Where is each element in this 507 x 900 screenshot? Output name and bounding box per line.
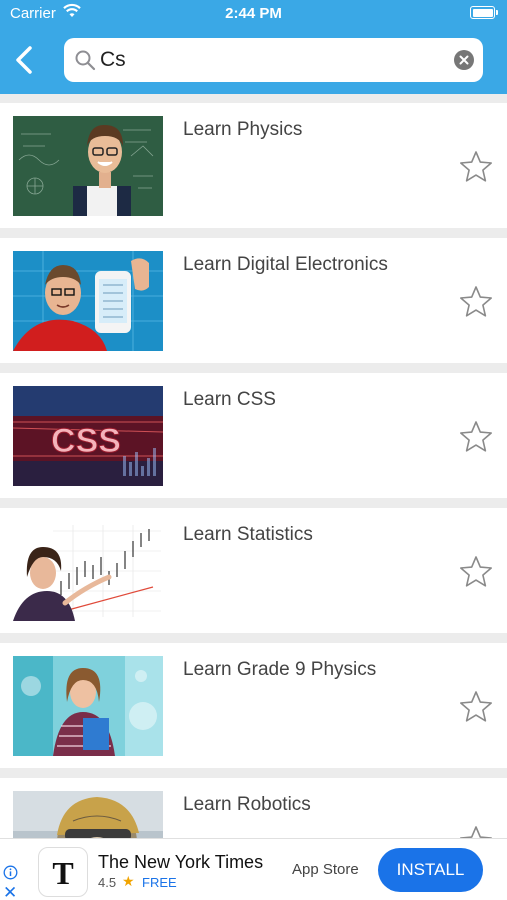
- results-list: Learn Physics Learn Digital Electronics …: [0, 103, 507, 838]
- course-title: Learn Statistics: [183, 524, 313, 545]
- star-outline-icon: [460, 691, 492, 722]
- list-item[interactable]: CSS Learn CSS: [0, 373, 507, 498]
- course-thumbnail-statistics: [13, 521, 163, 621]
- favorite-button[interactable]: [458, 690, 494, 729]
- clock: 2:44 PM: [225, 5, 282, 22]
- course-thumbnail-physics: [13, 116, 163, 216]
- course-title: Learn CSS: [183, 389, 276, 410]
- star-outline-icon: [460, 286, 492, 317]
- star-outline-icon: [460, 151, 492, 182]
- favorite-button[interactable]: [458, 420, 494, 459]
- search-icon: [74, 49, 96, 76]
- search-input[interactable]: [100, 44, 440, 76]
- svg-text:T: T: [52, 855, 73, 891]
- list-item[interactable]: Learn Robotics: [0, 778, 507, 838]
- thumbnail-css-text: CSS: [51, 422, 121, 460]
- course-title: Learn Grade 9 Physics: [183, 659, 377, 680]
- ad-info-icon[interactable]: [3, 865, 18, 885]
- favorite-button[interactable]: [458, 285, 494, 324]
- top-bar: Carrier 2:44 PM: [0, 0, 507, 94]
- favorite-button[interactable]: [458, 150, 494, 189]
- list-item[interactable]: Learn Grade 9 Physics: [0, 643, 507, 768]
- course-thumbnail-digital-electronics: [13, 251, 163, 351]
- rating-star-icon: ★: [122, 873, 135, 889]
- course-thumbnail-grade9-physics: [13, 656, 163, 756]
- star-outline-icon: [460, 826, 492, 838]
- install-button[interactable]: INSTALL: [378, 848, 483, 892]
- favorite-button[interactable]: [458, 825, 494, 838]
- clear-icon: [459, 55, 469, 65]
- ad-app-name: The New York Times: [98, 852, 264, 872]
- battery-icon: [470, 6, 498, 19]
- close-icon[interactable]: ✕: [3, 883, 17, 900]
- course-title: Learn Digital Electronics: [183, 254, 388, 275]
- ad-price: FREE: [142, 875, 177, 890]
- course-title: Learn Physics: [183, 119, 303, 140]
- list-item[interactable]: Learn Statistics: [0, 508, 507, 633]
- app-logo: T: [38, 847, 88, 897]
- star-outline-icon: [460, 556, 492, 587]
- list-item[interactable]: Learn Physics: [0, 103, 507, 228]
- list-item[interactable]: Learn Digital Electronics: [0, 238, 507, 363]
- back-button[interactable]: [10, 42, 40, 78]
- course-title: Learn Robotics: [183, 794, 311, 815]
- star-outline-icon: [460, 421, 492, 452]
- status-bar: Carrier 2:44 PM: [0, 0, 507, 28]
- ad-store: App Store: [292, 861, 359, 878]
- clear-search-button[interactable]: [454, 50, 474, 70]
- favorite-button[interactable]: [458, 555, 494, 594]
- course-thumbnail-robotics: [13, 791, 163, 838]
- search-bar: [64, 38, 483, 82]
- back-chevron-icon: [16, 46, 32, 74]
- ad-rating: 4.5: [98, 875, 117, 890]
- course-thumbnail-css: CSS: [13, 386, 163, 486]
- ad-banner[interactable]: ✕ T The New York Times 4.5 ★ FREE App St…: [0, 838, 507, 900]
